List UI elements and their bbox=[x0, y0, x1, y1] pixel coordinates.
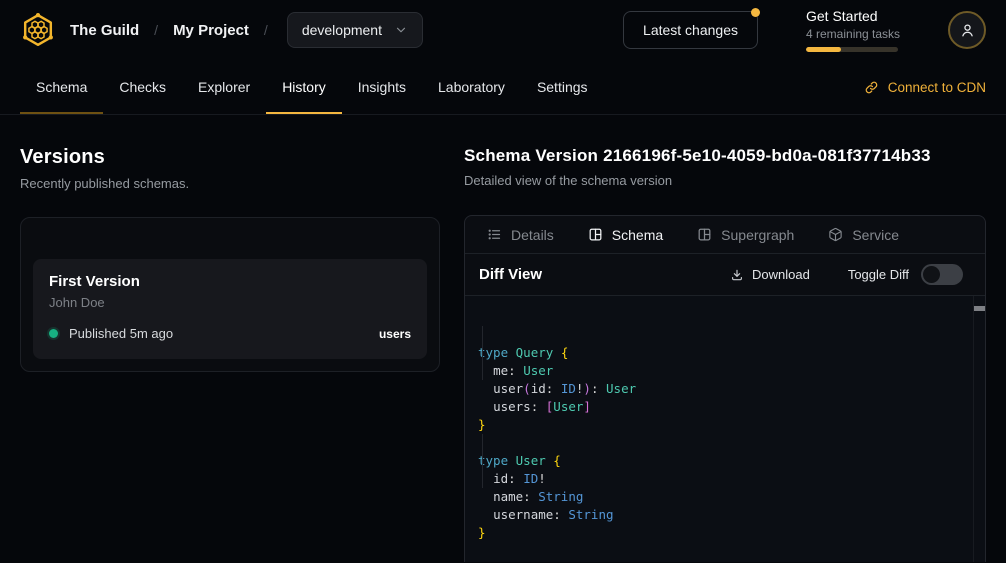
scrollbar-thumb[interactable] bbox=[974, 306, 985, 311]
service-tag: users bbox=[379, 327, 411, 341]
published-status-dot bbox=[49, 329, 58, 338]
tab-underline bbox=[103, 112, 182, 114]
version-status: Published 5m ago bbox=[69, 326, 173, 341]
detail-tab-label: Details bbox=[511, 227, 554, 243]
version-name: First Version bbox=[49, 273, 411, 290]
versions-title: Versions bbox=[20, 146, 440, 169]
tab-underline bbox=[182, 112, 266, 114]
versions-subtitle: Recently published schemas. bbox=[20, 176, 440, 191]
tab-label: Laboratory bbox=[438, 79, 505, 95]
get-started-subtitle: 4 remaining tasks bbox=[806, 27, 898, 41]
tab-insights[interactable]: Insights bbox=[342, 60, 422, 114]
schema-detail-card: Details Schema Supergraph bbox=[464, 215, 986, 562]
schema-version-title: Schema Version 2166196f-5e10-4059-bd0a-0… bbox=[464, 146, 986, 166]
cube-icon bbox=[828, 227, 843, 242]
scrollbar-track bbox=[973, 296, 974, 562]
get-started-progress-fill bbox=[806, 47, 841, 52]
tab-explorer[interactable]: Explorer bbox=[182, 60, 266, 114]
latest-changes-label: Latest changes bbox=[643, 22, 738, 38]
chevron-down-icon bbox=[394, 23, 408, 37]
breadcrumb-project[interactable]: My Project bbox=[173, 22, 249, 39]
version-list-item[interactable]: First Version John Doe Published 5m ago … bbox=[33, 259, 427, 359]
list-icon bbox=[487, 227, 502, 242]
schema-version-detail: Schema Version 2166196f-5e10-4059-bd0a-0… bbox=[464, 115, 986, 562]
tab-underline bbox=[342, 112, 422, 114]
user-avatar[interactable] bbox=[948, 11, 986, 49]
get-started-widget[interactable]: Get Started 4 remaining tasks bbox=[806, 8, 898, 52]
download-button[interactable]: Download bbox=[730, 267, 810, 282]
detail-tab-details[interactable]: Details bbox=[487, 227, 554, 243]
switch-knob bbox=[923, 266, 940, 283]
download-label: Download bbox=[752, 267, 810, 282]
detail-tab-supergraph[interactable]: Supergraph bbox=[697, 227, 794, 243]
target-dropdown-value: development bbox=[302, 22, 382, 38]
tab-checks[interactable]: Checks bbox=[103, 60, 182, 114]
breadcrumb-separator: / bbox=[154, 22, 158, 38]
versions-panel: Versions Recently published schemas. Fir… bbox=[20, 115, 440, 562]
tab-label: Settings bbox=[537, 79, 588, 95]
tab-underline bbox=[266, 112, 342, 114]
breadcrumb: The Guild / My Project / bbox=[70, 22, 283, 39]
get-started-title: Get Started bbox=[806, 8, 898, 24]
connect-to-cdn-label: Connect to CDN bbox=[888, 80, 986, 95]
tab-underline bbox=[521, 112, 604, 114]
version-author: John Doe bbox=[49, 295, 411, 310]
detail-tab-label: Supergraph bbox=[721, 227, 794, 243]
notification-dot bbox=[751, 8, 760, 17]
version-meta-row: Published 5m ago users bbox=[49, 326, 411, 341]
download-icon bbox=[730, 268, 744, 282]
breadcrumb-separator: / bbox=[264, 22, 268, 38]
detail-tab-schema[interactable]: Schema bbox=[588, 227, 663, 243]
toggle-diff-group: Toggle Diff bbox=[848, 264, 963, 285]
diff-toolbar: Diff View Download Toggle Diff bbox=[465, 254, 985, 296]
toggle-diff-switch[interactable] bbox=[921, 264, 963, 285]
tab-label: Explorer bbox=[198, 79, 250, 95]
detail-tab-label: Schema bbox=[612, 227, 663, 243]
hive-logo-icon[interactable] bbox=[20, 12, 56, 48]
tab-laboratory[interactable]: Laboratory bbox=[422, 60, 521, 114]
diff-view-title: Diff View bbox=[479, 266, 542, 283]
code-content: type Query { me: User user(id: ID!): Use… bbox=[478, 344, 961, 542]
tab-schema[interactable]: Schema bbox=[20, 60, 103, 114]
get-started-progressbar bbox=[806, 47, 898, 52]
schema-code-viewer[interactable]: type Query { me: User user(id: ID!): Use… bbox=[465, 296, 985, 562]
breadcrumb-org[interactable]: The Guild bbox=[70, 22, 139, 39]
person-icon bbox=[959, 22, 976, 39]
detail-tab-service[interactable]: Service bbox=[828, 227, 899, 243]
connect-to-cdn-link[interactable]: Connect to CDN bbox=[864, 60, 986, 114]
indent-guide bbox=[482, 434, 483, 488]
link-icon bbox=[864, 80, 879, 95]
detail-tabbar: Details Schema Supergraph bbox=[465, 216, 985, 254]
columns-layout-icon bbox=[588, 227, 603, 242]
detail-tab-label: Service bbox=[852, 227, 899, 243]
tab-settings[interactable]: Settings bbox=[521, 60, 604, 114]
latest-changes-button[interactable]: Latest changes bbox=[623, 11, 758, 49]
schema-version-subtitle: Detailed view of the schema version bbox=[464, 173, 986, 188]
tab-label: Checks bbox=[119, 79, 166, 95]
tab-label: Schema bbox=[36, 79, 87, 95]
primary-nav: Schema Checks Explorer History Insights … bbox=[0, 60, 1006, 115]
tab-label: Insights bbox=[358, 79, 406, 95]
tab-underline bbox=[20, 112, 103, 114]
tab-history[interactable]: History bbox=[266, 60, 342, 114]
columns-layout-icon bbox=[697, 227, 712, 242]
target-dropdown[interactable]: development bbox=[287, 12, 423, 48]
app-header: The Guild / My Project / development Lat… bbox=[0, 0, 1006, 60]
tab-label: History bbox=[282, 79, 326, 95]
toggle-diff-label: Toggle Diff bbox=[848, 267, 909, 282]
versions-list-card: First Version John Doe Published 5m ago … bbox=[20, 217, 440, 372]
tab-underline bbox=[422, 112, 521, 114]
main-content: Versions Recently published schemas. Fir… bbox=[0, 115, 1006, 562]
indent-guide bbox=[482, 326, 483, 380]
